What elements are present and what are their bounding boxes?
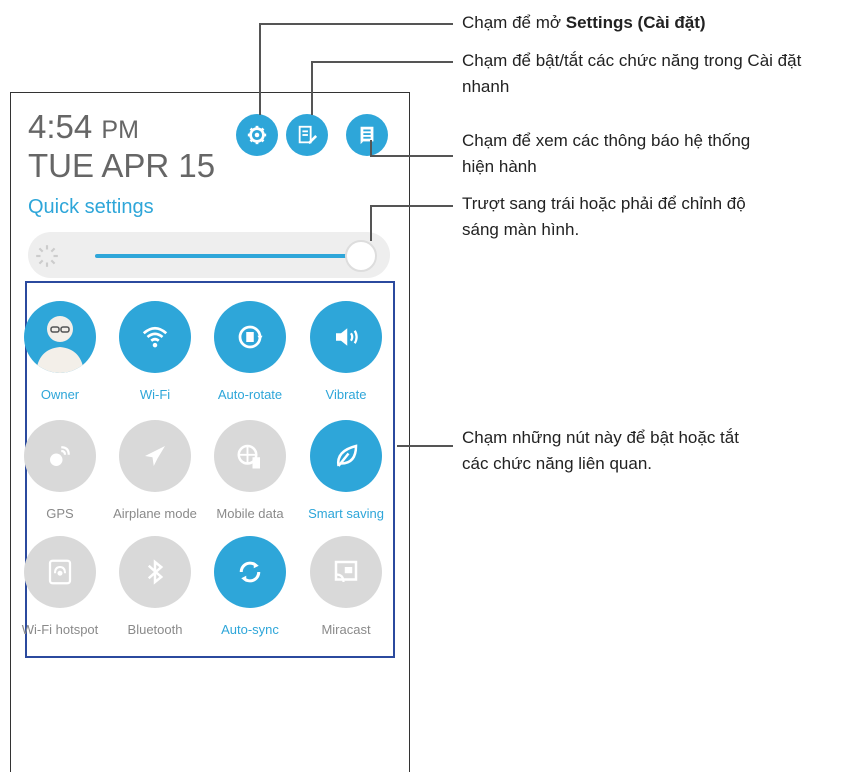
callout-settings-prefix: Chạm để mở	[462, 13, 566, 32]
wifi-icon	[119, 301, 191, 373]
mobile-data-icon	[214, 420, 286, 492]
tile-owner[interactable]: Owner	[12, 301, 108, 402]
tile-mobile-data[interactable]: Mobile data	[202, 420, 298, 521]
tile-gps[interactable]: GPS	[12, 420, 108, 521]
auto-rotate-icon	[214, 301, 286, 373]
callout-line-notif-h	[370, 155, 453, 157]
callout-tiles-line2: các chức năng liên quan.	[462, 454, 653, 473]
brightness-icon	[36, 245, 58, 267]
callout-bright-line2: sáng màn hình.	[462, 220, 580, 239]
cast-icon	[310, 536, 382, 608]
clock-time: 4:54 PM	[28, 108, 139, 146]
gps-icon	[24, 420, 96, 492]
callout-bright-line1: Trượt sang trái hoặc phải để chỉnh độ	[462, 194, 746, 213]
callout-line-bright-h	[370, 205, 453, 207]
quick-settings-title: Quick settings	[28, 196, 154, 218]
tile-label: Mobile data	[216, 506, 284, 521]
tile-wi-fi[interactable]: Wi-Fi	[107, 301, 203, 402]
tile-airplane-mode[interactable]: Airplane mode	[107, 420, 203, 521]
sync-icon	[214, 536, 286, 608]
tile-label: GPS	[46, 506, 74, 521]
callout-notif-line2: hiện hành	[462, 157, 537, 176]
clock-date: TUE APR 15	[28, 147, 216, 184]
tile-wi-fi-hotspot[interactable]: Wi-Fi hotspot	[12, 536, 108, 637]
callout-brightness: Trượt sang trái hoặc phải để chỉnh độ sá…	[462, 191, 746, 243]
edit-quick-settings-icon	[298, 125, 318, 145]
callout-tiles-line1: Chạm những nút này để bật hoặc tắt	[462, 428, 739, 447]
callout-settings: Chạm để mở Settings (Cài đặt)	[462, 10, 706, 36]
tile-smart-saving[interactable]: Smart saving	[298, 420, 394, 521]
notifications-list-icon	[360, 126, 374, 145]
clock-time-value: 4:54	[28, 108, 93, 145]
tile-label: Wi-Fi hotspot	[21, 622, 99, 637]
callout-edit: Chạm để bật/tắt các chức năng trong Cài …	[462, 48, 801, 100]
bluetooth-icon	[119, 536, 191, 608]
callout-edit-line2: nhanh	[462, 77, 510, 96]
tile-auto-sync[interactable]: Auto-sync	[202, 536, 298, 637]
tile-label: Owner	[40, 387, 80, 402]
hotspot-icon	[24, 536, 96, 608]
brightness-level-bar	[95, 254, 361, 258]
settings-gear-icon	[247, 125, 267, 145]
airplane-icon	[119, 420, 191, 492]
callout-line-edit-v	[311, 61, 313, 115]
tile-label: Miracast	[321, 622, 371, 637]
tile-miracast[interactable]: Miracast	[298, 536, 394, 637]
tile-label: Wi-Fi	[139, 387, 171, 402]
tile-label: Auto-rotate	[217, 387, 283, 402]
callout-tiles: Chạm những nút này để bật hoặc tắt các c…	[462, 425, 739, 477]
tile-label: Vibrate	[325, 387, 367, 402]
tile-label: Airplane mode	[113, 506, 197, 521]
tile-label: Smart saving	[308, 506, 384, 521]
callout-line-notif-v	[370, 140, 372, 156]
callout-line-edit-h	[311, 61, 453, 63]
brightness-handle[interactable]	[345, 240, 377, 272]
callout-line-settings-v	[259, 23, 261, 115]
tile-auto-rotate[interactable]: Auto-rotate	[202, 301, 298, 402]
tile-label: Auto-sync	[221, 622, 279, 637]
callout-notif-line1: Chạm để xem các thông báo hệ thống	[462, 131, 751, 150]
callout-edit-line1: Chạm để bật/tắt các chức năng trong Cài …	[462, 51, 802, 70]
leaf-icon	[310, 420, 382, 492]
tile-bluetooth[interactable]: Bluetooth	[107, 536, 203, 637]
callout-notifications: Chạm để xem các thông báo hệ thống hiện …	[462, 128, 750, 180]
notifications-button[interactable]	[346, 114, 388, 156]
tile-vibrate[interactable]: Vibrate	[298, 301, 394, 402]
settings-button[interactable]	[236, 114, 278, 156]
callout-settings-bold: Settings (Cài đặt)	[565, 13, 706, 32]
callout-line-tiles-h	[397, 445, 453, 447]
tile-label: Bluetooth	[127, 622, 183, 637]
user-avatar-icon	[24, 301, 96, 373]
callout-line-bright-v	[370, 205, 372, 241]
vibrate-icon	[310, 301, 382, 373]
edit-quick-settings-button[interactable]	[286, 114, 328, 156]
clock-ampm: PM	[101, 116, 139, 144]
callout-line-settings-h	[259, 23, 453, 25]
